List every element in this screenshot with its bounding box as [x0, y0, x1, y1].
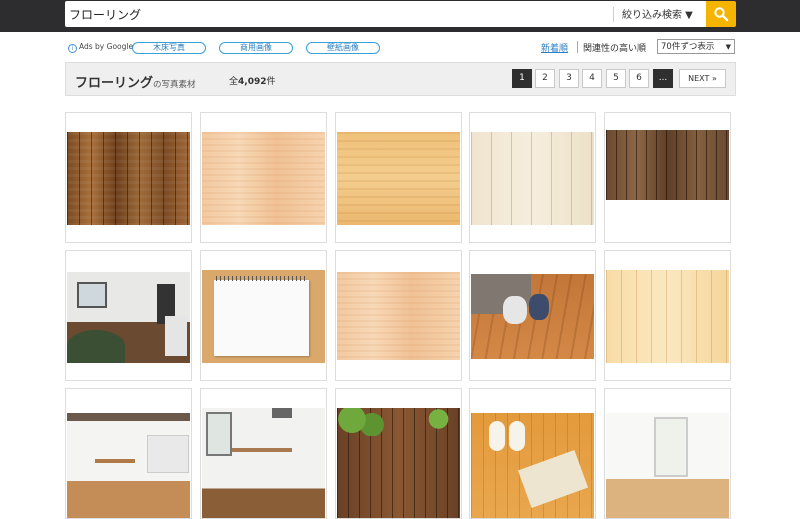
result-count-number: 4,092 [238, 77, 267, 87]
per-page-value: 70件ずつ表示 [661, 42, 715, 52]
per-page-select[interactable]: 70件ずつ表示 ▼ [657, 39, 735, 54]
photo-card[interactable] [65, 250, 192, 381]
ad-tag-2[interactable]: 商用画像 [219, 42, 293, 54]
chevron-down-icon: ▼ [725, 43, 731, 51]
search-divider [613, 7, 614, 22]
page-button-2[interactable]: 2 [535, 69, 555, 88]
photo-card[interactable] [65, 112, 192, 243]
next-page-button[interactable]: NEXT » [679, 69, 726, 88]
photo-card[interactable] [335, 112, 462, 243]
page-title: フローリングの写真素材 [75, 72, 196, 91]
sort-newest-link[interactable]: 新着順 [541, 41, 568, 54]
search-icon [714, 7, 729, 22]
photo-kitchen-dining [67, 413, 190, 518]
page-button-6[interactable]: 6 [629, 69, 649, 88]
photo-people-on-sofa [471, 274, 594, 359]
photo-card[interactable] [469, 250, 596, 381]
photo-card[interactable] [200, 388, 327, 519]
info-icon: i [68, 44, 77, 53]
page-ellipsis-button[interactable]: ... [653, 69, 673, 88]
photo-card[interactable] [335, 388, 462, 519]
search-input[interactable] [69, 4, 599, 24]
top-search-bar: 絞り込み検索 ▼ [0, 0, 800, 32]
photo-card[interactable] [200, 250, 327, 381]
sort-divider [577, 41, 578, 53]
ads-by-google[interactable]: i Ads by Google [68, 42, 133, 53]
page-title-suffix: の写真素材 [153, 80, 196, 90]
ads-label: Ads by Google [79, 42, 134, 51]
page-button-5[interactable]: 5 [606, 69, 626, 88]
photo-card[interactable] [604, 250, 731, 381]
photo-weathered-planks [606, 130, 729, 200]
result-count-suffix: 件 [266, 77, 276, 87]
photo-card[interactable] [604, 388, 731, 519]
filter-search-button[interactable]: 絞り込み検索 ▼ [622, 6, 693, 22]
page-button-4[interactable]: 4 [582, 69, 602, 88]
sort-relevance-label[interactable]: 関連性の高い順 [583, 41, 646, 54]
photo-card[interactable] [335, 250, 462, 381]
photo-ivy-on-planks [337, 408, 460, 518]
result-count: 全4,092件 [229, 74, 276, 87]
photo-notebook-on-wood [202, 270, 325, 363]
photo-living-room [67, 272, 190, 363]
photo-light-wood-grain [202, 132, 325, 225]
photo-card[interactable] [469, 388, 596, 519]
page-title-keyword: フローリング [75, 76, 154, 91]
photo-medium-wood-grain [337, 132, 460, 225]
ad-tag-3[interactable]: 壁紙画像 [306, 42, 380, 54]
search-box: 絞り込み検索 ▼ [65, 1, 706, 27]
page-button-1[interactable]: 1 [512, 69, 532, 88]
photo-slippers-on-floor [471, 413, 594, 518]
ad-tag-1[interactable]: 木床写真 [132, 42, 206, 54]
photo-card[interactable] [604, 112, 731, 243]
photo-pale-wood-planks [606, 270, 729, 363]
photo-card[interactable] [200, 112, 327, 243]
page-button-3[interactable]: 3 [559, 69, 579, 88]
photo-whitewashed-planks [471, 132, 594, 225]
photo-dark-vertical-planks [67, 132, 190, 225]
results-header: フローリングの写真素材 全4,092件 1 2 3 4 5 6 ... NEXT… [65, 62, 736, 96]
photo-empty-room [606, 413, 729, 518]
photo-card[interactable] [469, 112, 596, 243]
result-count-prefix: 全 [229, 77, 239, 87]
search-button[interactable] [706, 1, 736, 27]
photo-light-wood-board [337, 272, 460, 360]
photo-card[interactable] [65, 388, 192, 519]
photo-dining-table-room [202, 408, 325, 518]
